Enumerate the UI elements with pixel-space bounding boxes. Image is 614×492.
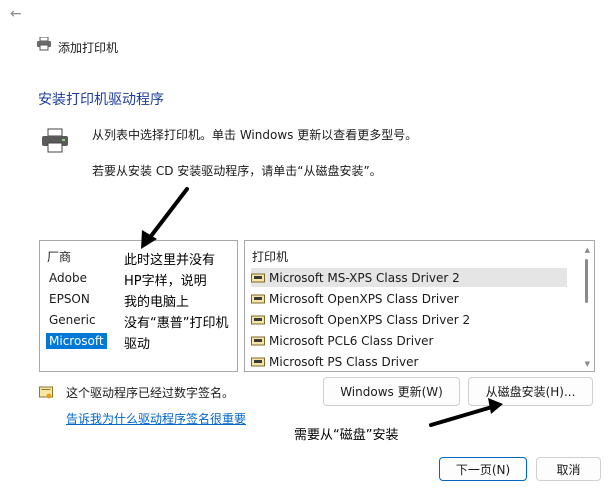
annotation-line: 驱动 — [124, 337, 151, 352]
annotation-note: 需要从“磁盘”安装 — [294, 428, 399, 443]
annotation-line: HP字样，说明 — [124, 274, 207, 289]
annotation-arrows — [141, 187, 503, 427]
annotation-line: 我的电脑上 — [124, 295, 190, 310]
annotation-note: 此时这里并没有 HP字样，说明 我的电脑上 没有“惠普”打印机 驱动 — [124, 250, 244, 355]
annotation-line: 没有“惠普”打印机 — [124, 316, 229, 331]
annotation-line: 此时这里并没有 — [124, 253, 216, 268]
